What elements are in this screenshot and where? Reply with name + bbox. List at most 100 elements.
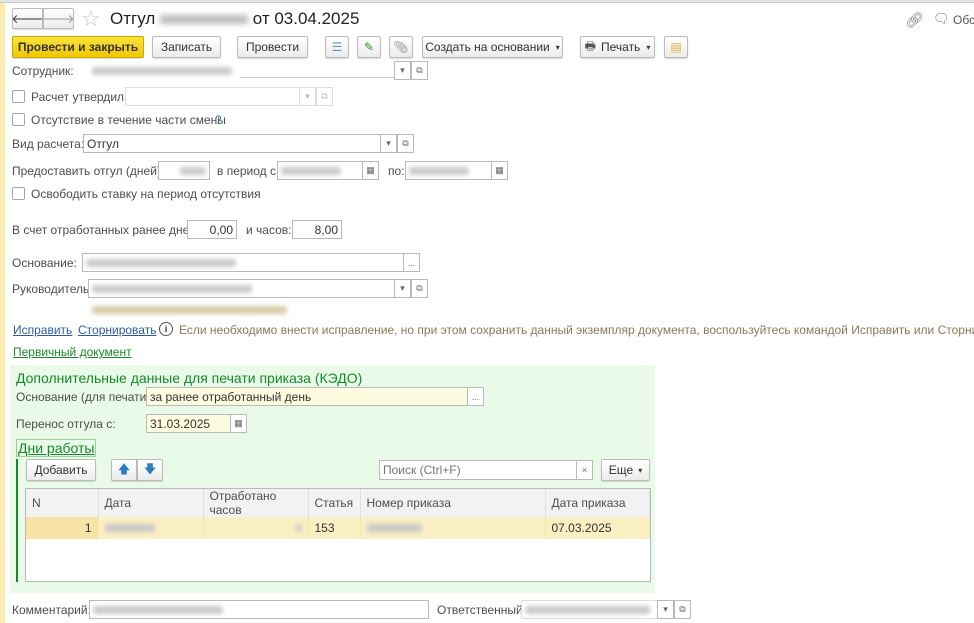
period-to-field[interactable] <box>405 161 492 180</box>
edit-history-button[interactable]: ✎ <box>357 36 381 58</box>
create-based-on-button[interactable]: Создать на основании ▾ <box>422 36 563 58</box>
list-icon: ☰ <box>331 40 343 54</box>
calc-approved-label: Расчет утвердил <box>31 90 125 104</box>
hours-blurred <box>295 524 302 532</box>
primary-document-link[interactable]: Первичный документ <box>13 345 132 359</box>
document-list-button[interactable]: ☰ <box>325 36 349 58</box>
more-button[interactable]: Еще ▾ <box>601 459 650 481</box>
paperclip-icon: 📎︎ <box>393 40 409 54</box>
calc-type-field[interactable]: Отгул <box>83 134 381 153</box>
calendar-icon[interactable]: ▦ <box>491 161 508 180</box>
period-from-field[interactable] <box>277 161 363 180</box>
back-button[interactable]: 🡐 <box>11 8 44 29</box>
pen-clock-icon: ✎ <box>363 40 375 54</box>
move-down-button[interactable]: 🡇 <box>137 459 163 481</box>
add-button[interactable]: Добавить <box>26 459 96 481</box>
report-button[interactable]: ▤ <box>664 36 688 58</box>
favorite-star-icon[interactable]: ☆ <box>81 6 101 32</box>
print-button[interactable]: 🖶 Печать ▾ <box>580 36 655 58</box>
calc-approved-checkbox[interactable] <box>12 90 25 103</box>
grant-days-field[interactable] <box>158 161 210 180</box>
chevron-down-icon: ▾ <box>646 42 651 52</box>
partial-shift-label: Отсутствие в течение части смены <box>31 113 226 127</box>
search-input[interactable] <box>379 460 577 480</box>
transfer-label: Перенос отгула с: <box>16 417 116 431</box>
hours-field[interactable]: 8,00 <box>292 220 342 239</box>
storno-link[interactable]: Сторнировать <box>78 323 156 337</box>
free-rate-label: Освободить ставку на период отсутствия <box>31 187 261 201</box>
left-accent-strip <box>0 0 5 623</box>
employee-dropdown-button[interactable]: ▾ <box>394 61 411 80</box>
move-up-button[interactable]: 🡅 <box>111 459 137 481</box>
calc-approved-field[interactable] <box>125 87 300 106</box>
arrow-up-icon: 🡅 <box>117 461 131 476</box>
cell-order-date: 07.03.2025 <box>545 517 650 539</box>
cell-date <box>98 517 204 539</box>
grant-days-label: Предоставить отгул (дней): <box>12 164 165 178</box>
info-text: Если необходимо внести исправление, но п… <box>179 323 974 337</box>
chevron-down-icon: ▾ <box>638 465 643 475</box>
title-prefix: Отгул <box>110 9 156 28</box>
responsible-dropdown[interactable]: ▾ <box>657 600 674 619</box>
free-rate-checkbox[interactable] <box>12 187 25 200</box>
discuss-button[interactable]: Обс <box>953 13 974 27</box>
kedo-title: Дополнительные данные для печати приказа… <box>16 370 363 386</box>
date-blurred <box>104 524 155 532</box>
column-header-order-date[interactable]: Дата приказа <box>545 489 650 517</box>
post-button[interactable]: Провести <box>237 36 308 58</box>
group-accent-line <box>16 459 18 582</box>
title-number-blurred <box>160 15 248 25</box>
print-label: Печать <box>601 40 641 54</box>
manager-dropdown[interactable]: ▾ <box>394 279 411 298</box>
forward-button[interactable]: 🡒 <box>42 8 75 29</box>
print-basis-field[interactable]: за ранее отработанный день <box>146 387 468 406</box>
employee-open-button[interactable]: ⧉ <box>411 61 428 80</box>
employee-name-blurred <box>92 67 232 75</box>
basis-select-button[interactable]: ... <box>403 253 420 272</box>
calc-type-dropdown[interactable]: ▾ <box>380 134 397 153</box>
basis-field[interactable] <box>82 253 404 272</box>
search-clear-button[interactable]: × <box>576 460 593 480</box>
save-button[interactable]: Записать <box>152 36 221 58</box>
comment-field[interactable] <box>89 600 429 619</box>
cell-order-number <box>360 517 546 539</box>
column-header-order-number[interactable]: Номер приказа <box>360 489 546 517</box>
manager-field[interactable] <box>88 279 396 298</box>
cell-article: 153 <box>308 517 361 539</box>
column-header-n[interactable]: N <box>26 489 99 517</box>
calendar-icon[interactable]: ▦ <box>230 414 247 433</box>
calc-type-open[interactable]: ⧉ <box>397 134 414 153</box>
table-row[interactable]: 1 153 07.03.2025 <box>26 517 650 539</box>
calc-approved-open[interactable]: ⧉ <box>316 87 333 106</box>
print-basis-select-button[interactable]: ... <box>467 387 484 406</box>
responsible-open[interactable]: ⧉ <box>674 600 691 619</box>
calc-approved-dropdown[interactable]: ▾ <box>299 87 316 106</box>
cell-hours <box>203 517 309 539</box>
period-from-blurred <box>281 166 341 175</box>
responsible-field[interactable] <box>521 600 658 619</box>
manager-open[interactable]: ⧉ <box>411 279 428 298</box>
period-to-blurred <box>409 166 469 175</box>
post-and-close-button[interactable]: Провести и закрыть <box>12 36 144 58</box>
work-days-group-title[interactable]: Дни работы <box>16 439 97 457</box>
column-header-hours[interactable]: Отработано часов <box>203 489 309 517</box>
column-header-article[interactable]: Статья <box>308 489 361 517</box>
column-header-date[interactable]: Дата <box>98 489 204 517</box>
help-icon[interactable]: ? <box>215 113 222 127</box>
link-icon[interactable]: 🔗︎ <box>905 11 924 29</box>
tab-strip <box>0 0 974 3</box>
partial-shift-checkbox[interactable] <box>12 113 25 126</box>
attach-button[interactable]: 📎︎ <box>389 36 413 58</box>
calendar-icon[interactable]: ▦ <box>362 161 379 180</box>
comment-icon[interactable]: 🗨︎ <box>933 11 950 27</box>
worked-days-field[interactable]: 0,00 <box>187 220 237 239</box>
fix-link[interactable]: Исправить <box>13 323 72 337</box>
manager-label: Руководитель: <box>12 282 93 296</box>
arrow-right-icon: 🡒 <box>42 12 75 26</box>
period-from-label: в период с: <box>217 164 280 178</box>
table-header: N Дата Отработано часов Статья Номер при… <box>26 489 650 517</box>
employee-label: Сотрудник: <box>12 64 74 78</box>
worked-days-label: В счет отработанных ранее дней: <box>12 223 200 237</box>
transfer-date-field[interactable]: 31.03.2025 <box>146 414 231 433</box>
cell-n: 1 <box>26 517 99 539</box>
